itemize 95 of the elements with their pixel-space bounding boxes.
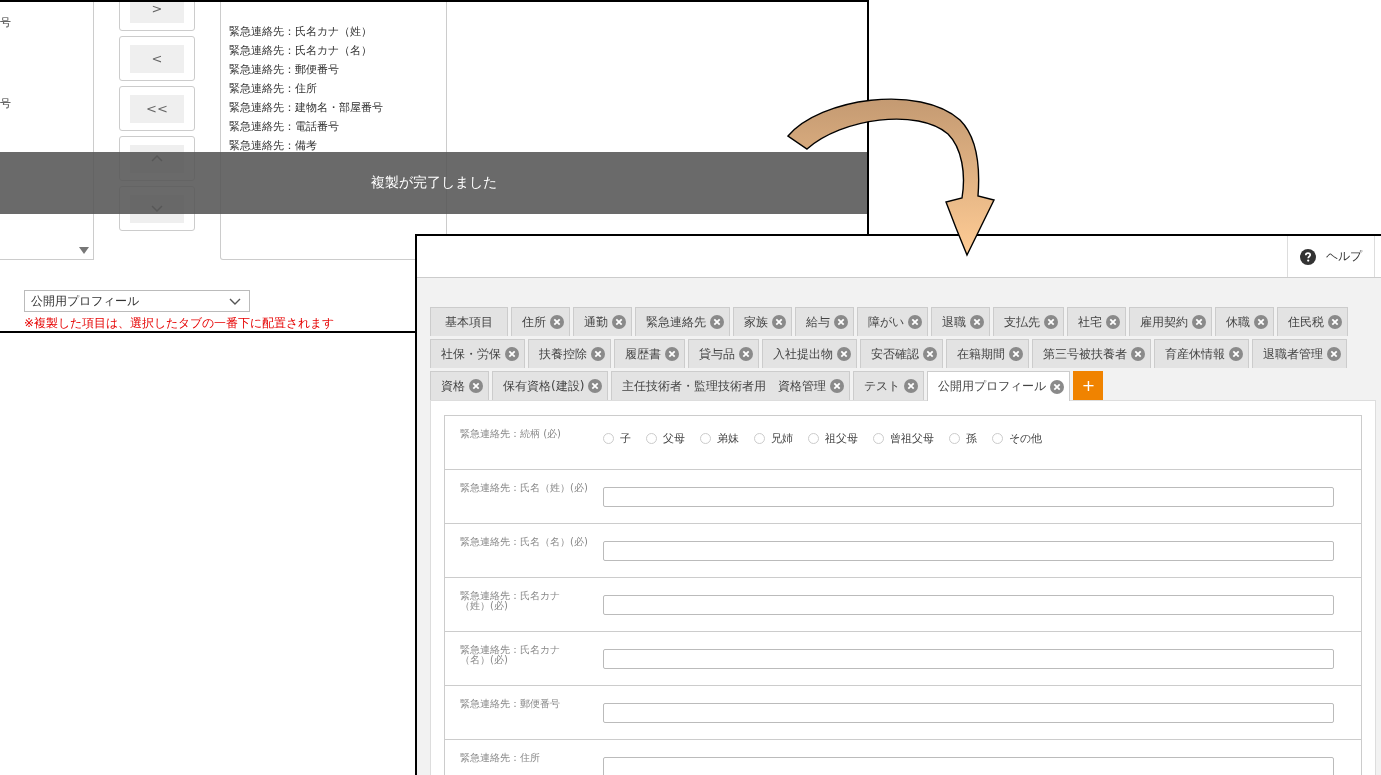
close-icon[interactable]: [1254, 315, 1268, 329]
move-button[interactable]: <<: [119, 86, 195, 131]
input-field[interactable]: [603, 595, 1334, 615]
tab[interactable]: 社宅: [1067, 307, 1126, 336]
close-icon[interactable]: [834, 315, 848, 329]
tab[interactable]: 給与: [795, 307, 854, 336]
input-field[interactable]: [603, 649, 1334, 669]
field-label: 緊急連絡先：氏名カナ（名）(必): [460, 645, 561, 667]
radio-option[interactable]: 弟妹: [700, 431, 739, 446]
radio-option[interactable]: 孫: [949, 431, 977, 446]
close-icon[interactable]: [837, 347, 851, 361]
field-label: 緊急連絡先：郵便番号: [460, 699, 561, 711]
field-label: 緊急連絡先：氏名（名）(必): [460, 537, 588, 549]
list-item[interactable]: 緊急連絡先：郵便番号: [229, 60, 438, 79]
close-icon[interactable]: [1009, 347, 1023, 361]
tab[interactable]: 緊急連絡先: [635, 307, 730, 336]
tab[interactable]: 住所: [511, 307, 570, 336]
close-icon[interactable]: [904, 379, 919, 393]
tab[interactable]: 通勤: [573, 307, 632, 336]
radio-option[interactable]: 子: [603, 431, 631, 446]
input-field[interactable]: [603, 487, 1334, 507]
close-icon[interactable]: [1192, 315, 1206, 329]
list-item[interactable]: 緊急連絡先：住所: [229, 79, 438, 98]
close-icon[interactable]: [1131, 347, 1145, 361]
note-text: ※複製した項目は、選択したタブの一番下に配置されます: [24, 316, 335, 330]
tab[interactable]: テスト: [853, 371, 925, 400]
close-icon[interactable]: [505, 347, 519, 361]
tab[interactable]: 公開用プロフィール: [927, 371, 1071, 401]
tab[interactable]: 履歴書: [614, 339, 685, 368]
list-item[interactable]: 緊急連絡先：氏名カナ（姓）: [229, 22, 438, 41]
radio-option[interactable]: 祖父母: [808, 431, 858, 446]
close-icon[interactable]: [591, 347, 605, 361]
close-icon[interactable]: [1106, 315, 1120, 329]
tab[interactable]: 入社提出物: [762, 339, 857, 368]
tab[interactable]: 退職: [931, 307, 990, 336]
help-link[interactable]: ヘルプ: [1287, 236, 1375, 277]
close-icon[interactable]: [469, 379, 483, 393]
close-icon[interactable]: [772, 315, 786, 329]
radio-option[interactable]: 父母: [646, 431, 685, 446]
input-field[interactable]: [603, 703, 1334, 723]
tab[interactable]: 家族: [733, 307, 792, 336]
toast-message: 複製が完了しました: [370, 174, 497, 192]
tab[interactable]: 扶養控除: [528, 339, 611, 368]
list-item[interactable]: 緊急連絡先：電話番号: [229, 117, 438, 136]
help-icon: [1300, 248, 1316, 265]
close-icon[interactable]: [1050, 379, 1065, 394]
tab[interactable]: 障がい: [857, 307, 928, 336]
list-item[interactable]: 号: [0, 95, 93, 113]
tab[interactable]: 在籍期間: [946, 339, 1029, 368]
tab[interactable]: 安否確認: [860, 339, 943, 368]
list-item[interactable]: 緊急連絡先：備考: [229, 136, 438, 155]
field-label: 緊急連絡先：住所: [460, 753, 541, 765]
tab[interactable]: 育産休情報: [1154, 339, 1249, 368]
tab[interactable]: 支払先: [993, 307, 1064, 336]
field-label: 緊急連絡先：氏名（姓）(必): [460, 483, 588, 495]
tab[interactable]: 保有資格(建設): [492, 371, 609, 400]
radio-option[interactable]: 兄姉: [754, 431, 793, 446]
tab[interactable]: 住民税: [1277, 307, 1348, 336]
close-icon[interactable]: [612, 315, 626, 329]
field-label: 緊急連絡先：続柄 (必): [460, 429, 562, 441]
list-item[interactable]: 緊急連絡先：氏名カナ（名）: [229, 41, 438, 60]
close-icon[interactable]: [1229, 347, 1243, 361]
close-icon[interactable]: [1044, 315, 1058, 329]
tab[interactable]: 貸与品: [688, 339, 759, 368]
chevron-down-icon: [229, 297, 241, 305]
close-icon[interactable]: [830, 379, 845, 393]
tab-select[interactable]: 公開用プロフィール: [24, 290, 250, 312]
close-icon[interactable]: [908, 315, 922, 329]
close-icon[interactable]: [710, 315, 724, 329]
tab[interactable]: 主任技術者・監理技術者用 資格管理: [611, 371, 851, 400]
close-icon[interactable]: [550, 315, 564, 329]
close-icon[interactable]: [739, 347, 753, 361]
input-field[interactable]: [603, 757, 1334, 775]
move-button[interactable]: >: [119, 2, 195, 31]
radio-option[interactable]: その他: [992, 431, 1042, 446]
close-icon[interactable]: [1328, 315, 1342, 329]
move-button[interactable]: <: [119, 36, 195, 81]
tab[interactable]: 基本項目: [430, 307, 508, 336]
input-field[interactable]: [603, 541, 1334, 561]
list-item[interactable]: 緊急連絡先：建物名・部屋番号: [229, 98, 438, 117]
radio-option[interactable]: 曾祖父母: [873, 431, 934, 446]
close-icon[interactable]: [588, 379, 603, 393]
tab[interactable]: 資格: [430, 371, 489, 400]
close-icon[interactable]: [970, 315, 984, 329]
tab[interactable]: 雇用契約: [1129, 307, 1212, 336]
list-item[interactable]: 号: [0, 14, 93, 32]
tab[interactable]: 第三号被扶養者: [1032, 339, 1151, 368]
close-icon[interactable]: [1327, 347, 1341, 361]
close-icon[interactable]: [923, 347, 937, 361]
scroll-down-icon[interactable]: [79, 247, 89, 255]
tab[interactable]: 休職: [1215, 307, 1274, 336]
close-icon[interactable]: [665, 347, 679, 361]
field-label: 緊急連絡先：氏名カナ（姓）(必): [460, 591, 561, 613]
tab[interactable]: 退職者管理: [1252, 339, 1347, 368]
tab[interactable]: 社保・労保: [430, 339, 525, 368]
